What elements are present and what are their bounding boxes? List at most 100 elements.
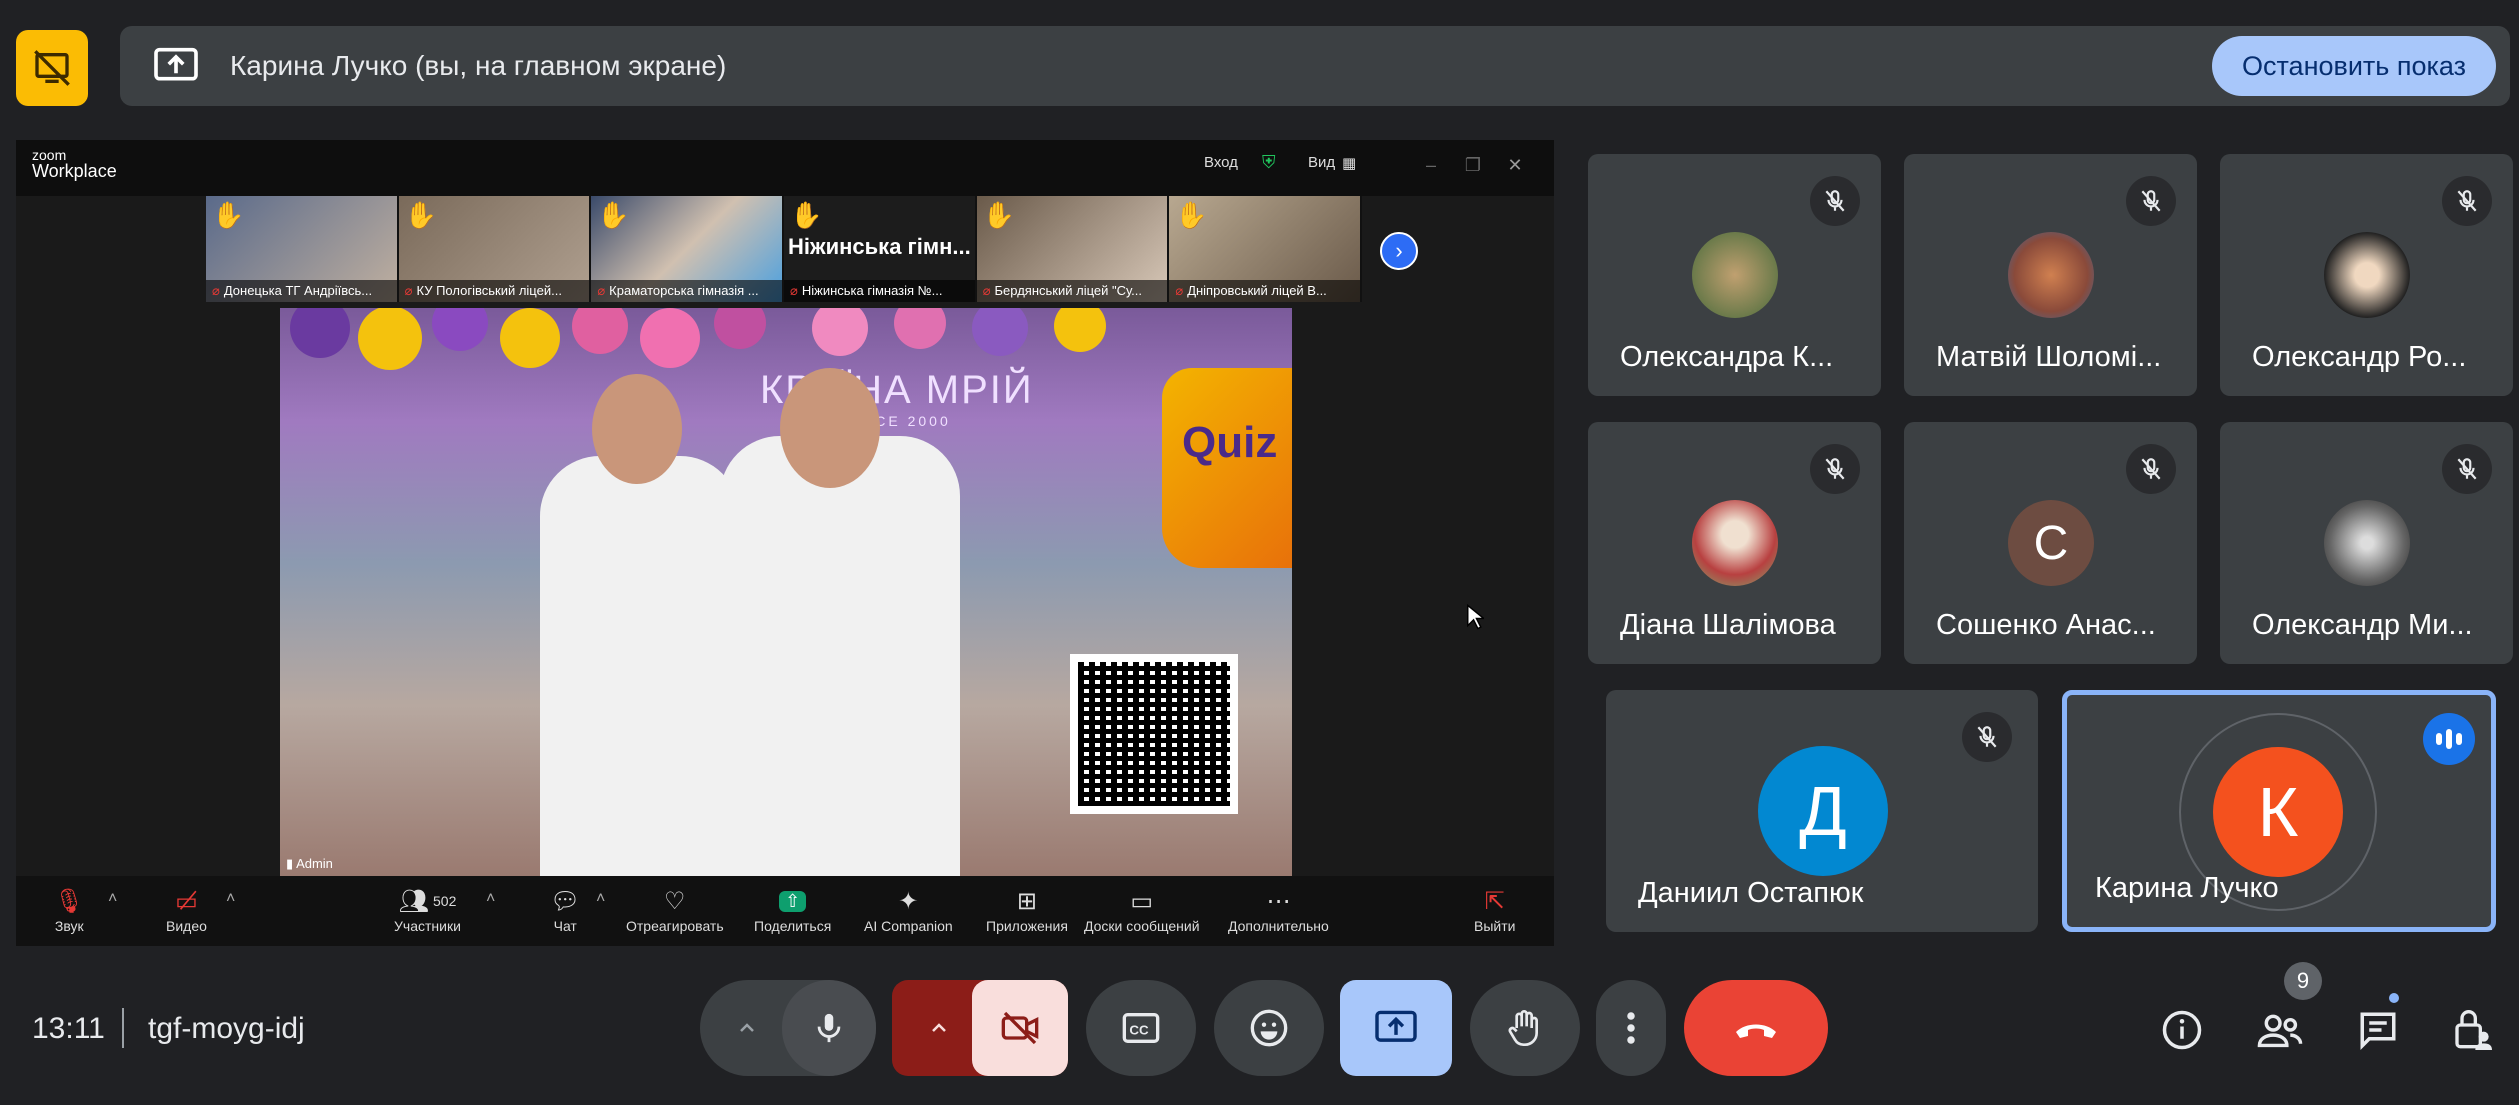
raised-hand-icon: ✋ xyxy=(597,200,630,230)
participant-name: Діана Шалімова xyxy=(1620,609,1836,641)
stop-presenting-icon xyxy=(34,50,70,86)
present-screen-icon xyxy=(152,42,200,90)
people-button[interactable] xyxy=(2250,1000,2310,1060)
zoom-leave-button[interactable]: ⇱ Выйти xyxy=(1474,884,1515,935)
more-options-button[interactable] xyxy=(1596,980,1666,1076)
meeting-code: tgf-moyg-idj xyxy=(148,1012,305,1045)
mic-off-icon: 🎙︎ xyxy=(54,887,85,915)
qr-code xyxy=(1070,654,1238,814)
mic-off-icon xyxy=(2442,176,2492,226)
presentation-indicator[interactable] xyxy=(16,30,88,106)
chevron-up-icon[interactable]: ˄ xyxy=(596,890,605,908)
zoom-chat-button[interactable]: 💬︎ Чат xyxy=(550,884,580,935)
hand-icon xyxy=(1508,1010,1538,1046)
video-off-icon: ▭̸ xyxy=(175,887,198,915)
zoom-react-button[interactable]: ♡ Отреагировать xyxy=(626,884,724,935)
participant-tile[interactable]: Олександр Ро... xyxy=(2220,154,2513,396)
present-screen-icon xyxy=(1375,1010,1417,1042)
clock: 13:11 xyxy=(32,1012,105,1045)
quiz-logo: Quiz xyxy=(1162,368,1292,568)
meet-window: Карина Лучко (вы, на главном экране) Ост… xyxy=(0,0,2519,1105)
participant-tile[interactable]: С Сошенко Анас... xyxy=(1904,422,2197,664)
muted-mic-icon: ⌀ xyxy=(404,283,413,298)
presenter-right xyxy=(720,436,960,876)
captions-button[interactable]: CC xyxy=(1086,980,1196,1076)
present-button[interactable] xyxy=(1340,980,1452,1076)
avatar xyxy=(1692,232,1778,318)
muted-mic-icon: ⌀ xyxy=(982,283,991,298)
more-horizontal-icon: ⋯ xyxy=(1266,887,1291,915)
avatar xyxy=(2008,232,2094,318)
chat-button[interactable] xyxy=(2348,1000,2408,1060)
raised-hand-icon: ✋ xyxy=(982,200,1016,230)
participant-tile[interactable]: Діана Шалімова xyxy=(1588,422,1881,664)
chevron-up-icon[interactable]: ˄ xyxy=(486,890,495,908)
raise-hand-button[interactable] xyxy=(1470,980,1580,1076)
emoji-icon xyxy=(1250,1009,1288,1047)
microphone-icon xyxy=(817,1013,841,1043)
zoom-whiteboards-button[interactable]: ▭ Доски сообщений xyxy=(1084,884,1200,935)
audio-options-button[interactable] xyxy=(704,980,790,1076)
muted-mic-icon: ⌀ xyxy=(1175,283,1184,298)
participant-name: Матвій Шоломі... xyxy=(1936,341,2162,373)
zoom-video-button[interactable]: ▭̸ Видео xyxy=(166,884,207,935)
zoom-share-button[interactable]: ⇧ Поделиться xyxy=(754,884,831,934)
avatar: Д xyxy=(1758,746,1888,876)
zoom-view[interactable]: Вид xyxy=(1308,154,1335,171)
participants-icon: 👥︎ 502 xyxy=(398,887,457,915)
muted-mic-icon: ⌀ xyxy=(597,283,606,298)
chat-icon xyxy=(2360,1012,2396,1050)
leave-call-button[interactable] xyxy=(1684,980,1828,1076)
raised-hand-icon: ✋ xyxy=(212,200,245,230)
zoom-signin[interactable]: Вход xyxy=(1204,154,1238,171)
zoom-ai-companion-button[interactable]: ✦ AI Companion xyxy=(864,884,953,935)
zoom-thumbnail[interactable]: ✋ Ніжинська гімн... ⌀ Ніжинська гімназія … xyxy=(784,196,977,302)
participant-tile[interactable]: Д Даниил Остапюк xyxy=(1606,690,2038,932)
zoom-thumbnail[interactable]: ✋ ⌀ Дніпровський ліцей В... xyxy=(1169,196,1363,302)
presenter-right-head xyxy=(780,368,880,488)
video-options-button[interactable] xyxy=(896,980,982,1076)
zoom-logo: zoom Workplace xyxy=(32,147,117,181)
camera-button[interactable] xyxy=(972,980,1068,1076)
presenter-left-head xyxy=(592,374,682,484)
host-controls-button[interactable] xyxy=(2442,1000,2502,1060)
apps-icon: ⊞ xyxy=(1016,887,1038,915)
share-icon: ⇧ xyxy=(779,884,807,918)
minimize-icon[interactable]: – xyxy=(1416,150,1446,180)
avatar xyxy=(2324,500,2410,586)
participant-tile[interactable]: Матвій Шоломі... xyxy=(1904,154,2197,396)
muted-mic-icon: ⌀ xyxy=(212,283,220,298)
next-page-icon[interactable]: › xyxy=(1380,232,1418,270)
zoom-more-button[interactable]: ⋯ Дополнительно xyxy=(1228,884,1329,935)
avatar: С xyxy=(2008,500,2094,586)
microphone-button[interactable] xyxy=(782,980,876,1076)
reactions-button[interactable] xyxy=(1214,980,1324,1076)
heart-icon: ♡ xyxy=(664,887,686,915)
participant-tile[interactable]: Олександр Ми... xyxy=(2220,422,2513,664)
zoom-thumbnail[interactable]: ✋ ⌀ Донецька ТГ Андріївсь... xyxy=(206,196,399,302)
zoom-participants-button[interactable]: 👥︎ 502 Участники xyxy=(394,884,461,935)
shield-icon: ⛨ xyxy=(1262,152,1276,172)
stop-presenting-button[interactable]: Остановить показ xyxy=(2211,36,2496,96)
raised-hand-icon: ✋ xyxy=(1175,200,1208,230)
zoom-thumbnail[interactable]: ✋ ⌀ Бердянський ліцей "Су... xyxy=(976,196,1170,302)
zoom-active-speaker-video: КРАЇНА МРІЙ SINCE 2000 Quiz ▮ Admin xyxy=(280,308,1292,876)
maximize-icon[interactable]: ❐ xyxy=(1458,150,1488,180)
chevron-up-icon[interactable]: ˄ xyxy=(226,890,235,908)
mic-off-icon xyxy=(2126,176,2176,226)
participant-tile-self[interactable]: К Карина Лучко xyxy=(2062,690,2496,932)
sparkle-icon: ✦ xyxy=(898,887,919,915)
mic-off-icon xyxy=(1962,712,2012,762)
chevron-up-icon[interactable]: ˄ xyxy=(108,890,117,908)
participant-tile[interactable]: Олександра К... xyxy=(1588,154,1881,396)
unread-indicator xyxy=(2386,990,2402,1006)
zoom-thumbnail[interactable]: ✋ ⌀ Краматорська гімназія ... xyxy=(591,196,785,302)
participant-name: Олександра К... xyxy=(1620,341,1834,373)
avatar xyxy=(2324,232,2410,318)
whiteboard-icon: ▭ xyxy=(1130,887,1154,915)
zoom-audio-button[interactable]: 🎙︎ Звук xyxy=(54,884,85,935)
zoom-apps-button[interactable]: ⊞ Приложения xyxy=(986,884,1068,935)
zoom-thumbnail[interactable]: ✋ ⌀ КУ Пологівський ліцей... xyxy=(398,196,592,302)
meeting-details-button[interactable] xyxy=(2152,1000,2212,1060)
close-icon[interactable]: ✕ xyxy=(1500,150,1530,180)
